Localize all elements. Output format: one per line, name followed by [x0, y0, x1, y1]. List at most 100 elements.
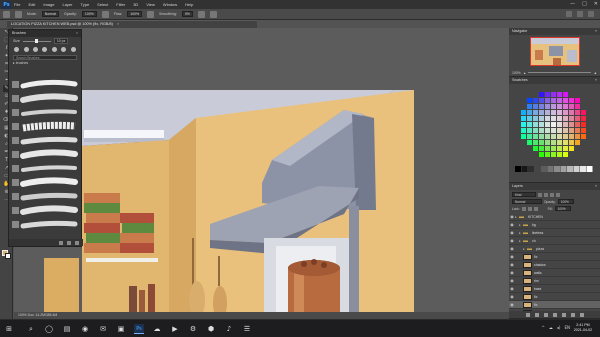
layer-row[interactable]: ◉ walls — [509, 269, 600, 277]
color-swatch-cell[interactable] — [563, 140, 568, 145]
airbrush-icon[interactable] — [147, 10, 155, 18]
visibility-eye-icon[interactable]: ◉ — [509, 270, 515, 275]
color-swatch-cell[interactable] — [551, 122, 556, 127]
panel-menu-icon[interactable]: ≡ — [595, 77, 597, 84]
lock-all-icon[interactable] — [533, 206, 538, 211]
brush-size-field[interactable]: 10 px — [53, 38, 69, 44]
file-explorer-icon[interactable]: ▣ — [116, 324, 126, 334]
color-swatch-cell[interactable] — [527, 122, 532, 127]
minimize-button[interactable]: — — [570, 0, 575, 9]
color-swatch-cell[interactable] — [533, 140, 538, 145]
color-swatch-cell[interactable] — [569, 98, 574, 103]
link-icon[interactable] — [525, 312, 530, 317]
pressure-opacity-icon[interactable] — [101, 10, 109, 18]
lock-position-icon[interactable] — [527, 206, 532, 211]
color-swatch-cell[interactable] — [521, 116, 526, 121]
color-swatch-cell[interactable] — [563, 116, 568, 121]
fill-field[interactable]: 100% — [554, 206, 571, 211]
recent-brush-icon[interactable] — [33, 47, 39, 52]
cloud-app-icon[interactable]: ☁ — [152, 324, 162, 334]
color-swatch-cell[interactable] — [557, 104, 562, 109]
steam-icon[interactable]: ⚙ — [188, 324, 198, 334]
menu-type[interactable]: Type — [81, 2, 90, 7]
color-swatch-cell[interactable] — [521, 110, 526, 115]
brushes-panel-header[interactable]: Brushes × — [9, 30, 81, 37]
background-color-swatch[interactable] — [5, 253, 11, 259]
color-swatch-cell[interactable] — [545, 128, 550, 133]
layer-row[interactable]: ◉ base — [509, 285, 600, 293]
visibility-eye-icon[interactable]: ◉ — [509, 262, 515, 267]
color-swatch-cell[interactable] — [557, 92, 562, 97]
recent-brush-icon[interactable] — [42, 47, 48, 52]
maximize-button[interactable]: □ — [582, 0, 587, 9]
mode-select[interactable]: Normal — [41, 11, 60, 17]
color-swatch-cell[interactable] — [563, 146, 568, 151]
visibility-eye-icon[interactable]: ◉ — [509, 278, 515, 283]
color-swatch-cell[interactable] — [533, 116, 538, 121]
brush-search-input[interactable]: Search Brushes — [13, 55, 77, 60]
close-document-icon[interactable]: × — [117, 22, 119, 26]
color-swatch-cell[interactable] — [575, 116, 580, 121]
color-swatch-cell[interactable] — [521, 134, 526, 139]
zoom-in-icon[interactable]: ▲ — [594, 71, 597, 75]
menu-help[interactable]: Help — [185, 2, 193, 7]
layer-row[interactable]: ◉ ▸ ▬ bg — [509, 221, 600, 229]
layer-row[interactable]: ◉ fix — [509, 253, 600, 261]
color-swatch-cell[interactable] — [539, 128, 544, 133]
color-swatch-cell[interactable] — [533, 122, 538, 127]
layer-row[interactable]: ◉ ▸ ▬ KITCHEN — [509, 213, 600, 221]
close-button[interactable]: ✕ — [594, 0, 598, 9]
menu-file[interactable]: File — [14, 2, 20, 7]
menu-layer[interactable]: Layer — [62, 2, 72, 7]
task-view-icon[interactable]: ▤ — [62, 324, 72, 334]
color-swatch-cell[interactable] — [527, 134, 532, 139]
visibility-eye-icon[interactable]: ◉ — [509, 286, 515, 291]
smoothing-settings-icon[interactable] — [197, 10, 205, 18]
opacity-field[interactable]: 100% — [81, 11, 97, 17]
group-icon[interactable] — [561, 312, 566, 317]
color-swatch-cell[interactable] — [521, 122, 526, 127]
onedrive-icon[interactable]: ☁ — [549, 325, 553, 330]
color-swatch-cell[interactable] — [569, 140, 574, 145]
color-swatch-cell[interactable] — [557, 98, 562, 103]
navigator-thumbnail[interactable] — [530, 37, 580, 66]
color-swatch-cell[interactable] — [533, 146, 538, 151]
smoothing-field[interactable]: 0% — [181, 11, 193, 17]
color-swatch-cell[interactable] — [563, 128, 568, 133]
color-swatch-cell[interactable] — [557, 152, 562, 157]
new-group-icon[interactable] — [59, 240, 63, 245]
color-swatch-cell[interactable] — [563, 152, 568, 157]
menu-filter[interactable]: Filter — [116, 2, 125, 7]
color-swatch-cell[interactable] — [557, 146, 562, 151]
gray-swatch-cell[interactable] — [580, 166, 586, 172]
color-swatch-cell[interactable] — [563, 92, 568, 97]
start-button-icon[interactable]: ⊞ — [4, 324, 14, 334]
color-swatch-cell[interactable] — [557, 134, 562, 139]
color-swatch-cell[interactable] — [545, 116, 550, 121]
document-canvas[interactable] — [14, 28, 509, 319]
color-swatch-cell[interactable] — [551, 134, 556, 139]
color-swatch-cell[interactable] — [539, 92, 544, 97]
color-swatch-cell[interactable] — [581, 134, 586, 139]
color-swatch-cell[interactable] — [575, 104, 580, 109]
document-tab[interactable]: LOCATION PIZZA KITCHEN WEB.psd @ 100% (f… — [7, 20, 257, 28]
pressure-size-icon[interactable] — [209, 10, 217, 18]
color-swatch-cell[interactable] — [551, 110, 556, 115]
layer-opacity-field[interactable]: 100% — [557, 199, 574, 204]
brush-tool-preset-icon[interactable] — [3, 10, 10, 18]
color-swatch-cell[interactable] — [551, 152, 556, 157]
color-swatch-cell[interactable] — [563, 134, 568, 139]
recent-brush-icon[interactable] — [14, 47, 20, 52]
gray-swatch-cell[interactable] — [560, 166, 567, 172]
color-swatch-cell[interactable] — [581, 128, 586, 133]
delete-brush-icon[interactable] — [75, 240, 79, 245]
visibility-eye-icon[interactable]: ◉ — [509, 294, 515, 299]
zoom-out-icon[interactable]: ▴ — [524, 71, 526, 75]
color-swatch-cell[interactable] — [575, 140, 580, 145]
color-swatch-cell[interactable] — [551, 146, 556, 151]
color-swatch-cell[interactable] — [545, 134, 550, 139]
blend-mode-select[interactable]: Normal — [512, 199, 542, 204]
color-swatch-cell[interactable] — [569, 128, 574, 133]
color-swatch-cell[interactable] — [545, 98, 550, 103]
visibility-eye-icon[interactable]: ◉ — [509, 254, 515, 259]
